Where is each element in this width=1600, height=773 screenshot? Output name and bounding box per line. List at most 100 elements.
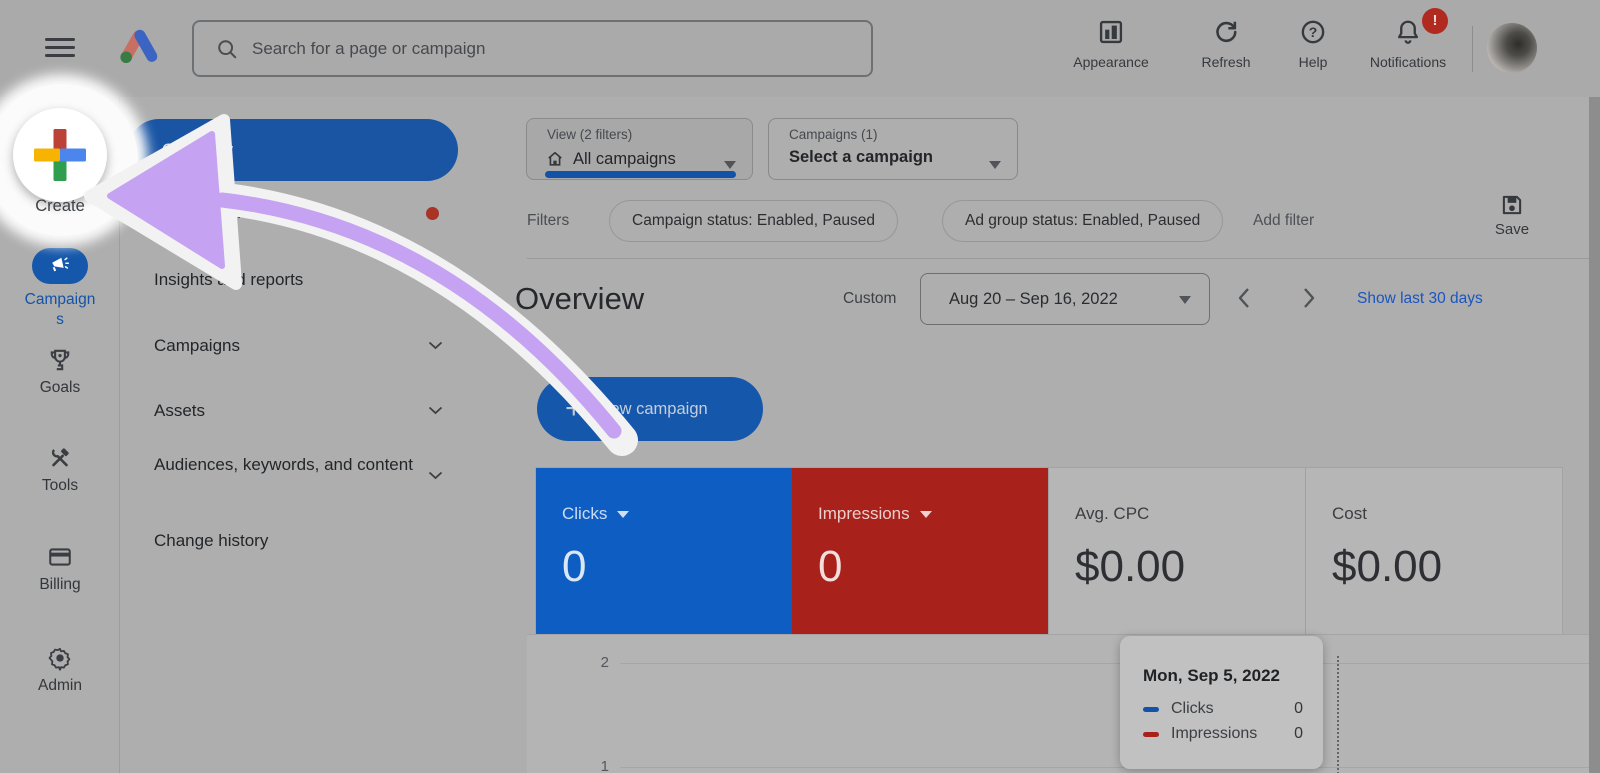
gear-icon xyxy=(48,647,71,671)
chevron-down-icon[interactable] xyxy=(428,275,443,284)
appearance-button[interactable]: Appearance xyxy=(1063,18,1159,71)
campaigns-pill xyxy=(32,248,88,284)
dropdown-caret-icon xyxy=(989,161,1001,169)
clicks-series-swatch xyxy=(1143,706,1159,712)
scorecard-clicks[interactable]: Clicks 0 xyxy=(536,468,792,634)
create-plus-icon xyxy=(34,129,86,181)
view-filter-dropdown[interactable]: View (2 filters) All campaigns xyxy=(526,118,753,180)
rail-billing-label: Billing xyxy=(39,576,81,593)
gridline xyxy=(620,767,1589,768)
search-input[interactable]: Search for a page or campaign xyxy=(192,20,873,77)
rail-admin-label: Admin xyxy=(38,677,82,694)
top-app-bar: Search for a page or campaign Appearance… xyxy=(0,0,1600,97)
nav-change-history-label: Change history xyxy=(154,531,269,550)
scorecard-row: Clicks 0 Impressions 0 Avg. CPC $0.00 Co… xyxy=(535,467,1563,635)
create-button[interactable] xyxy=(13,108,107,202)
account-avatar[interactable] xyxy=(1487,23,1537,73)
scorecard-cost-value: $0.00 xyxy=(1332,542,1443,591)
recommendations-dot xyxy=(426,207,439,220)
next-range-button[interactable] xyxy=(1302,286,1316,310)
megaphone-icon xyxy=(52,257,69,272)
chevron-down-icon[interactable] xyxy=(428,341,443,350)
scorecard-clicks-value: 0 xyxy=(562,542,587,591)
svg-text:?: ? xyxy=(1309,24,1318,40)
chart-tooltip: Mon, Sep 5, 2022 Clicks 0 Impressions 0 xyxy=(1120,636,1323,769)
campaign-select-dropdown[interactable]: Campaigns (1) Select a campaign xyxy=(768,118,1018,180)
y-axis-tick: 2 xyxy=(600,654,609,671)
save-button[interactable]: Save xyxy=(1482,192,1542,238)
rail-item-admin[interactable]: Admin xyxy=(0,645,120,695)
refresh-button[interactable]: Refresh xyxy=(1178,18,1274,71)
rail-item-goals[interactable]: Goals xyxy=(0,347,120,397)
rail-item-campaigns[interactable]: Campaigns xyxy=(0,248,120,330)
nav-audiences-label: Audiences, keywords, and content xyxy=(154,455,413,474)
y-axis-tick: 1 xyxy=(600,758,609,773)
gridline xyxy=(620,663,1589,664)
scorecard-impressions[interactable]: Impressions 0 xyxy=(792,468,1048,634)
appearance-icon xyxy=(1063,18,1159,50)
show-last-30-days-link[interactable]: Show last 30 days xyxy=(1357,290,1483,308)
scorecard-avg-cpc[interactable]: Avg. CPC $0.00 xyxy=(1048,468,1305,634)
search-placeholder: Search for a page or campaign xyxy=(252,38,486,58)
previous-range-button[interactable] xyxy=(1237,286,1251,310)
notification-badge: ! xyxy=(1422,8,1448,34)
tooltip-clicks-value: 0 xyxy=(1294,700,1303,717)
dropdown-caret-icon xyxy=(1179,296,1191,304)
rail-item-billing[interactable]: Billing xyxy=(0,544,120,594)
nav-item-overview[interactable]: Overview xyxy=(128,119,458,181)
filter-chip-campaign-status[interactable]: Campaign status: Enabled, Paused xyxy=(609,200,898,242)
tooltip-clicks-label: Clicks xyxy=(1171,700,1214,717)
scorecard-avg-cpc-value: $0.00 xyxy=(1075,542,1186,591)
tooltip-row-clicks: Clicks 0 xyxy=(1143,700,1303,718)
chip-text: Campaign status: Enabled, Paused xyxy=(632,212,875,229)
scorecard-cost[interactable]: Cost $0.00 xyxy=(1305,468,1562,634)
nav-item-assets[interactable]: Assets xyxy=(154,401,205,421)
nav-insights-label: Insights and reports xyxy=(154,270,304,289)
nav-overview-label: Overview xyxy=(162,140,233,159)
refresh-icon xyxy=(1178,18,1274,50)
filter-chip-adgroup-status[interactable]: Ad group status: Enabled, Paused xyxy=(942,200,1224,242)
new-campaign-button[interactable]: + New campaign xyxy=(537,377,763,441)
date-range-dropdown[interactable]: Aug 20 – Sep 16, 2022 xyxy=(920,273,1210,325)
nav-item-insights[interactable]: Insights and reports xyxy=(154,270,303,290)
divider xyxy=(527,258,1589,259)
tooltip-date: Mon, Sep 5, 2022 xyxy=(1143,666,1280,685)
tooltip-impressions-label: Impressions xyxy=(1171,725,1258,742)
nav-assets-label: Assets xyxy=(154,401,206,420)
nav-item-campaigns[interactable]: Campaigns xyxy=(154,336,240,356)
menu-icon[interactable] xyxy=(45,38,75,60)
rail-goals-label: Goals xyxy=(39,379,81,396)
help-label: Help xyxy=(1298,54,1328,70)
date-range-value: Aug 20 – Sep 16, 2022 xyxy=(949,289,1118,308)
tooltip-row-impressions: Impressions 0 xyxy=(1143,725,1303,743)
chevron-down-icon[interactable] xyxy=(428,471,443,480)
page-title: Overview xyxy=(515,281,645,316)
help-button[interactable]: ? Help xyxy=(1265,18,1361,71)
scorecard-impressions-label: Impressions xyxy=(818,504,910,523)
create-label: Create xyxy=(35,197,85,215)
google-ads-logo-icon[interactable] xyxy=(117,26,161,72)
rail-tools-label: Tools xyxy=(41,477,79,494)
dropdown-caret-icon[interactable] xyxy=(617,510,630,518)
view-filter-value: All campaigns xyxy=(573,149,676,168)
dropdown-caret-icon[interactable] xyxy=(919,510,932,518)
refresh-label: Refresh xyxy=(1201,54,1251,70)
nav-item-recommendations[interactable]: Recommendations xyxy=(154,203,296,223)
chart-hover-line xyxy=(1337,656,1339,773)
view-filter-label: View (2 filters) xyxy=(547,127,633,142)
nav-recommendations-label: Recommendations xyxy=(154,203,296,222)
chevron-down-icon[interactable] xyxy=(428,406,443,415)
chip-text: Ad group status: Enabled, Paused xyxy=(965,212,1201,229)
trophy-icon xyxy=(50,349,70,371)
vertical-scrollbar[interactable] xyxy=(1589,97,1600,773)
nav-item-change-history[interactable]: Change history xyxy=(154,531,268,551)
rail-campaigns-label: Campaigns xyxy=(24,291,96,328)
rail-item-tools[interactable]: Tools xyxy=(0,445,120,495)
filters-label: Filters xyxy=(527,212,570,229)
tools-icon xyxy=(51,448,69,467)
nav-item-audiences[interactable]: Audiences, keywords, and content xyxy=(154,450,414,479)
notifications-button[interactable]: ! Notifications xyxy=(1360,8,1456,71)
bell-icon: ! xyxy=(1360,8,1456,50)
performance-chart[interactable]: 2 1 Mon, Sep 5, 2022 Clicks 0 Impression… xyxy=(527,634,1589,773)
add-filter-button[interactable]: Add filter xyxy=(1253,212,1314,230)
